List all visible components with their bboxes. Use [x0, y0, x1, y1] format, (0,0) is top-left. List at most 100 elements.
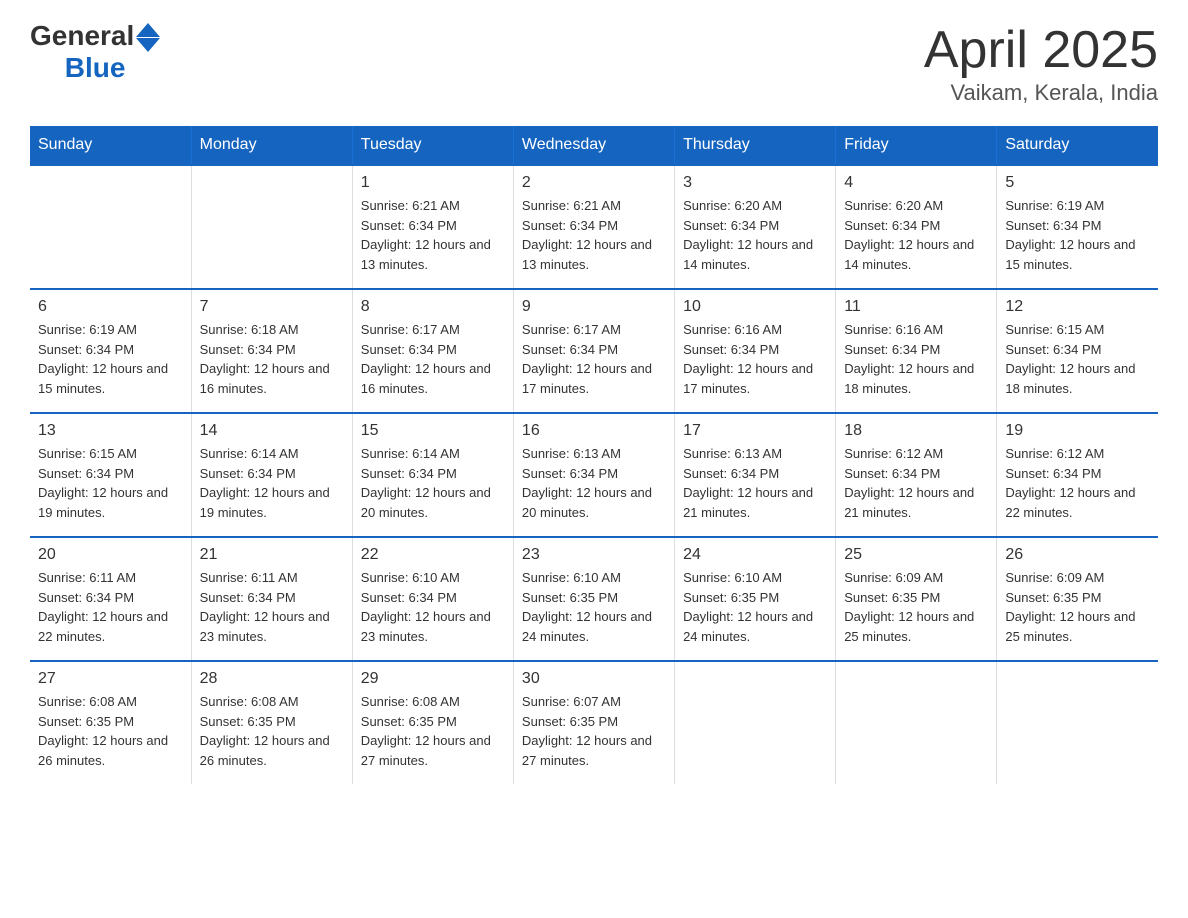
- day-info: Sunrise: 6:09 AMSunset: 6:35 PMDaylight:…: [844, 568, 988, 646]
- calendar-cell: 1Sunrise: 6:21 AMSunset: 6:34 PMDaylight…: [352, 165, 513, 289]
- calendar-cell: 8 Sunrise: 6:17 AMSunset: 6:34 PMDaylight…: [352, 289, 513, 413]
- calendar-title: April 2025: [924, 20, 1158, 80]
- calendar-cell: 6Sunrise: 6:19 AMSunset: 6:34 PMDaylight…: [30, 289, 191, 413]
- day-number: 1: [361, 174, 505, 192]
- calendar-cell: 4Sunrise: 6:20 AMSunset: 6:34 PMDaylight…: [836, 165, 997, 289]
- day-info: Sunrise: 6:14 AMSunset: 6:34 PMDaylight:…: [361, 444, 505, 522]
- day-info: Sunrise: 6:17 AMSunset: 6:34 PMDaylight:…: [522, 320, 666, 398]
- day-info: Sunrise: 6:09 AMSunset: 6:35 PMDaylight:…: [1005, 568, 1150, 646]
- day-number: 27: [38, 670, 183, 688]
- calendar-body: 1 Sunrise: 6:21 AMSunset: 6:34 PMDaylight…: [30, 165, 1158, 784]
- day-number: 5: [1005, 174, 1150, 192]
- logo[interactable]: General Blue: [30, 20, 160, 84]
- day-number: 6: [38, 298, 183, 316]
- calendar-cell: 29Sunrise: 6:08 AMSunset: 6:35 PMDayligh…: [352, 661, 513, 784]
- day-number: 17: [683, 422, 827, 440]
- calendar-table: SundayMondayTuesdayWednesdayThursdayFrid…: [30, 126, 1158, 784]
- day-info: Sunrise: 6:20 AMSunset: 6:34 PMDaylight:…: [683, 196, 827, 274]
- weekday-header-monday: Monday: [191, 126, 352, 165]
- day-info: Sunrise: 6:11 AMSunset: 6:34 PMDaylight:…: [200, 568, 344, 646]
- day-info: Sunrise: 6:16 AMSunset: 6:34 PMDaylight:…: [683, 320, 827, 398]
- day-info: Sunrise: 6:15 AMSunset: 6:34 PMDaylight:…: [38, 444, 183, 522]
- day-number: 22: [361, 546, 505, 564]
- calendar-cell: 16Sunrise: 6:13 AMSunset: 6:34 PMDayligh…: [513, 413, 674, 537]
- calendar-cell: 26 Sunrise: 6:09 AMSunset: 6:35 PMDayligh…: [997, 537, 1158, 661]
- weekday-header-thursday: Thursday: [675, 126, 836, 165]
- calendar-week-row: 1 Sunrise: 6:21 AMSunset: 6:34 PMDaylight…: [30, 165, 1158, 289]
- calendar-cell: 23Sunrise: 6:10 AMSunset: 6:35 PMDayligh…: [513, 537, 674, 661]
- weekday-header-saturday: Saturday: [997, 126, 1158, 165]
- day-number: 8: [361, 298, 505, 316]
- day-info: Sunrise: 6:14 AMSunset: 6:34 PMDaylight:…: [200, 444, 344, 522]
- calendar-cell: 21 Sunrise: 6:11 AMSunset: 6:34 PMDayligh…: [191, 537, 352, 661]
- day-info: Sunrise: 6:10 AMSunset: 6:34 PMDaylight:…: [361, 568, 505, 646]
- day-number: 4: [844, 174, 988, 192]
- day-number: 7: [200, 298, 344, 316]
- day-number: 11: [844, 298, 988, 316]
- day-info: Sunrise: 6:10 AMSunset: 6:35 PMDaylight:…: [683, 568, 827, 646]
- calendar-cell: 17 Sunrise: 6:13 AMSunset: 6:34 PMDayligh…: [675, 413, 836, 537]
- calendar-cell: 20Sunrise: 6:11 AMSunset: 6:34 PMDayligh…: [30, 537, 191, 661]
- calendar-cell: 12 Sunrise: 6:15 AMSunset: 6:34 PMDayligh…: [997, 289, 1158, 413]
- day-info: Sunrise: 6:13 AMSunset: 6:34 PMDaylight:…: [683, 444, 827, 522]
- calendar-cell: 10 Sunrise: 6:16 AMSunset: 6:34 PMDayligh…: [675, 289, 836, 413]
- logo-general-text: General: [30, 20, 134, 52]
- day-number: 18: [844, 422, 988, 440]
- day-number: 16: [522, 422, 666, 440]
- calendar-cell: 14 Sunrise: 6:14 AMSunset: 6:34 PMDayligh…: [191, 413, 352, 537]
- weekday-header-friday: Friday: [836, 126, 997, 165]
- weekday-header-tuesday: Tuesday: [352, 126, 513, 165]
- page-header: General Blue April 2025 Vaikam, Kerala, …: [30, 20, 1158, 106]
- calendar-cell: [30, 165, 191, 289]
- title-section: April 2025 Vaikam, Kerala, India: [924, 20, 1158, 106]
- calendar-week-row: 27 Sunrise: 6:08 AMSunset: 6:35 PMDayligh…: [30, 661, 1158, 784]
- day-info: Sunrise: 6:12 AMSunset: 6:34 PMDaylight:…: [1005, 444, 1150, 522]
- calendar-cell: [675, 661, 836, 784]
- calendar-cell: 18 Sunrise: 6:12 AMSunset: 6:34 PMDayligh…: [836, 413, 997, 537]
- day-number: 13: [38, 422, 183, 440]
- calendar-cell: 25 Sunrise: 6:09 AMSunset: 6:35 PMDayligh…: [836, 537, 997, 661]
- day-number: 28: [200, 670, 344, 688]
- day-info: Sunrise: 6:16 AMSunset: 6:34 PMDaylight:…: [844, 320, 988, 398]
- calendar-week-row: 6Sunrise: 6:19 AMSunset: 6:34 PMDaylight…: [30, 289, 1158, 413]
- day-info: Sunrise: 6:08 AMSunset: 6:35 PMDaylight:…: [361, 692, 505, 770]
- day-number: 15: [361, 422, 505, 440]
- calendar-week-row: 20 Sunrise: 6:11 AMSunset: 6:34 PMDayligh…: [30, 537, 1158, 661]
- calendar-cell: 7 Sunrise: 6:18 AMSunset: 6:34 PMDaylight…: [191, 289, 352, 413]
- calendar-cell: 11 Sunrise: 6:16 AMSunset: 6:34 PMDayligh…: [836, 289, 997, 413]
- day-number: 12: [1005, 298, 1150, 316]
- day-info: Sunrise: 6:17 AMSunset: 6:34 PMDaylight:…: [361, 320, 505, 398]
- day-info: Sunrise: 6:08 AMSunset: 6:35 PMDaylight:…: [38, 692, 183, 770]
- day-info: Sunrise: 6:15 AMSunset: 6:34 PMDaylight:…: [1005, 320, 1150, 398]
- day-number: 26: [1005, 546, 1150, 564]
- day-number: 30: [522, 670, 666, 688]
- calendar-header: SundayMondayTuesdayWednesdayThursdayFrid…: [30, 126, 1158, 165]
- calendar-cell: 27 Sunrise: 6:08 AMSunset: 6:35 PMDayligh…: [30, 661, 191, 784]
- calendar-cell: 30Sunrise: 6:07 AMSunset: 6:35 PMDayligh…: [513, 661, 674, 784]
- logo-icon: General Blue: [30, 20, 160, 84]
- day-number: 21: [200, 546, 344, 564]
- day-number: 19: [1005, 422, 1150, 440]
- day-info: Sunrise: 6:18 AMSunset: 6:34 PMDaylight:…: [200, 320, 344, 398]
- day-number: 14: [200, 422, 344, 440]
- calendar-cell: [191, 165, 352, 289]
- day-info: Sunrise: 6:21 AMSunset: 6:34 PMDaylight:…: [522, 196, 666, 274]
- calendar-cell: [836, 661, 997, 784]
- calendar-cell: 5 Sunrise: 6:19 AMSunset: 6:34 PMDaylight…: [997, 165, 1158, 289]
- day-number: 24: [683, 546, 827, 564]
- day-number: 25: [844, 546, 988, 564]
- day-info: Sunrise: 6:19 AMSunset: 6:34 PMDaylight:…: [1005, 196, 1150, 274]
- day-number: 9: [522, 298, 666, 316]
- day-info: Sunrise: 6:08 AMSunset: 6:35 PMDaylight:…: [200, 692, 344, 770]
- calendar-cell: 2Sunrise: 6:21 AMSunset: 6:34 PMDaylight…: [513, 165, 674, 289]
- day-number: 20: [38, 546, 183, 564]
- calendar-cell: 9 Sunrise: 6:17 AMSunset: 6:34 PMDaylight…: [513, 289, 674, 413]
- day-info: Sunrise: 6:12 AMSunset: 6:34 PMDaylight:…: [844, 444, 988, 522]
- calendar-cell: 15 Sunrise: 6:14 AMSunset: 6:34 PMDayligh…: [352, 413, 513, 537]
- day-number: 3: [683, 174, 827, 192]
- logo-blue-text: Blue: [65, 52, 126, 83]
- weekday-header-row: SundayMondayTuesdayWednesdayThursdayFrid…: [30, 126, 1158, 165]
- calendar-subtitle: Vaikam, Kerala, India: [924, 80, 1158, 106]
- calendar-week-row: 13 Sunrise: 6:15 AMSunset: 6:34 PMDayligh…: [30, 413, 1158, 537]
- day-number: 10: [683, 298, 827, 316]
